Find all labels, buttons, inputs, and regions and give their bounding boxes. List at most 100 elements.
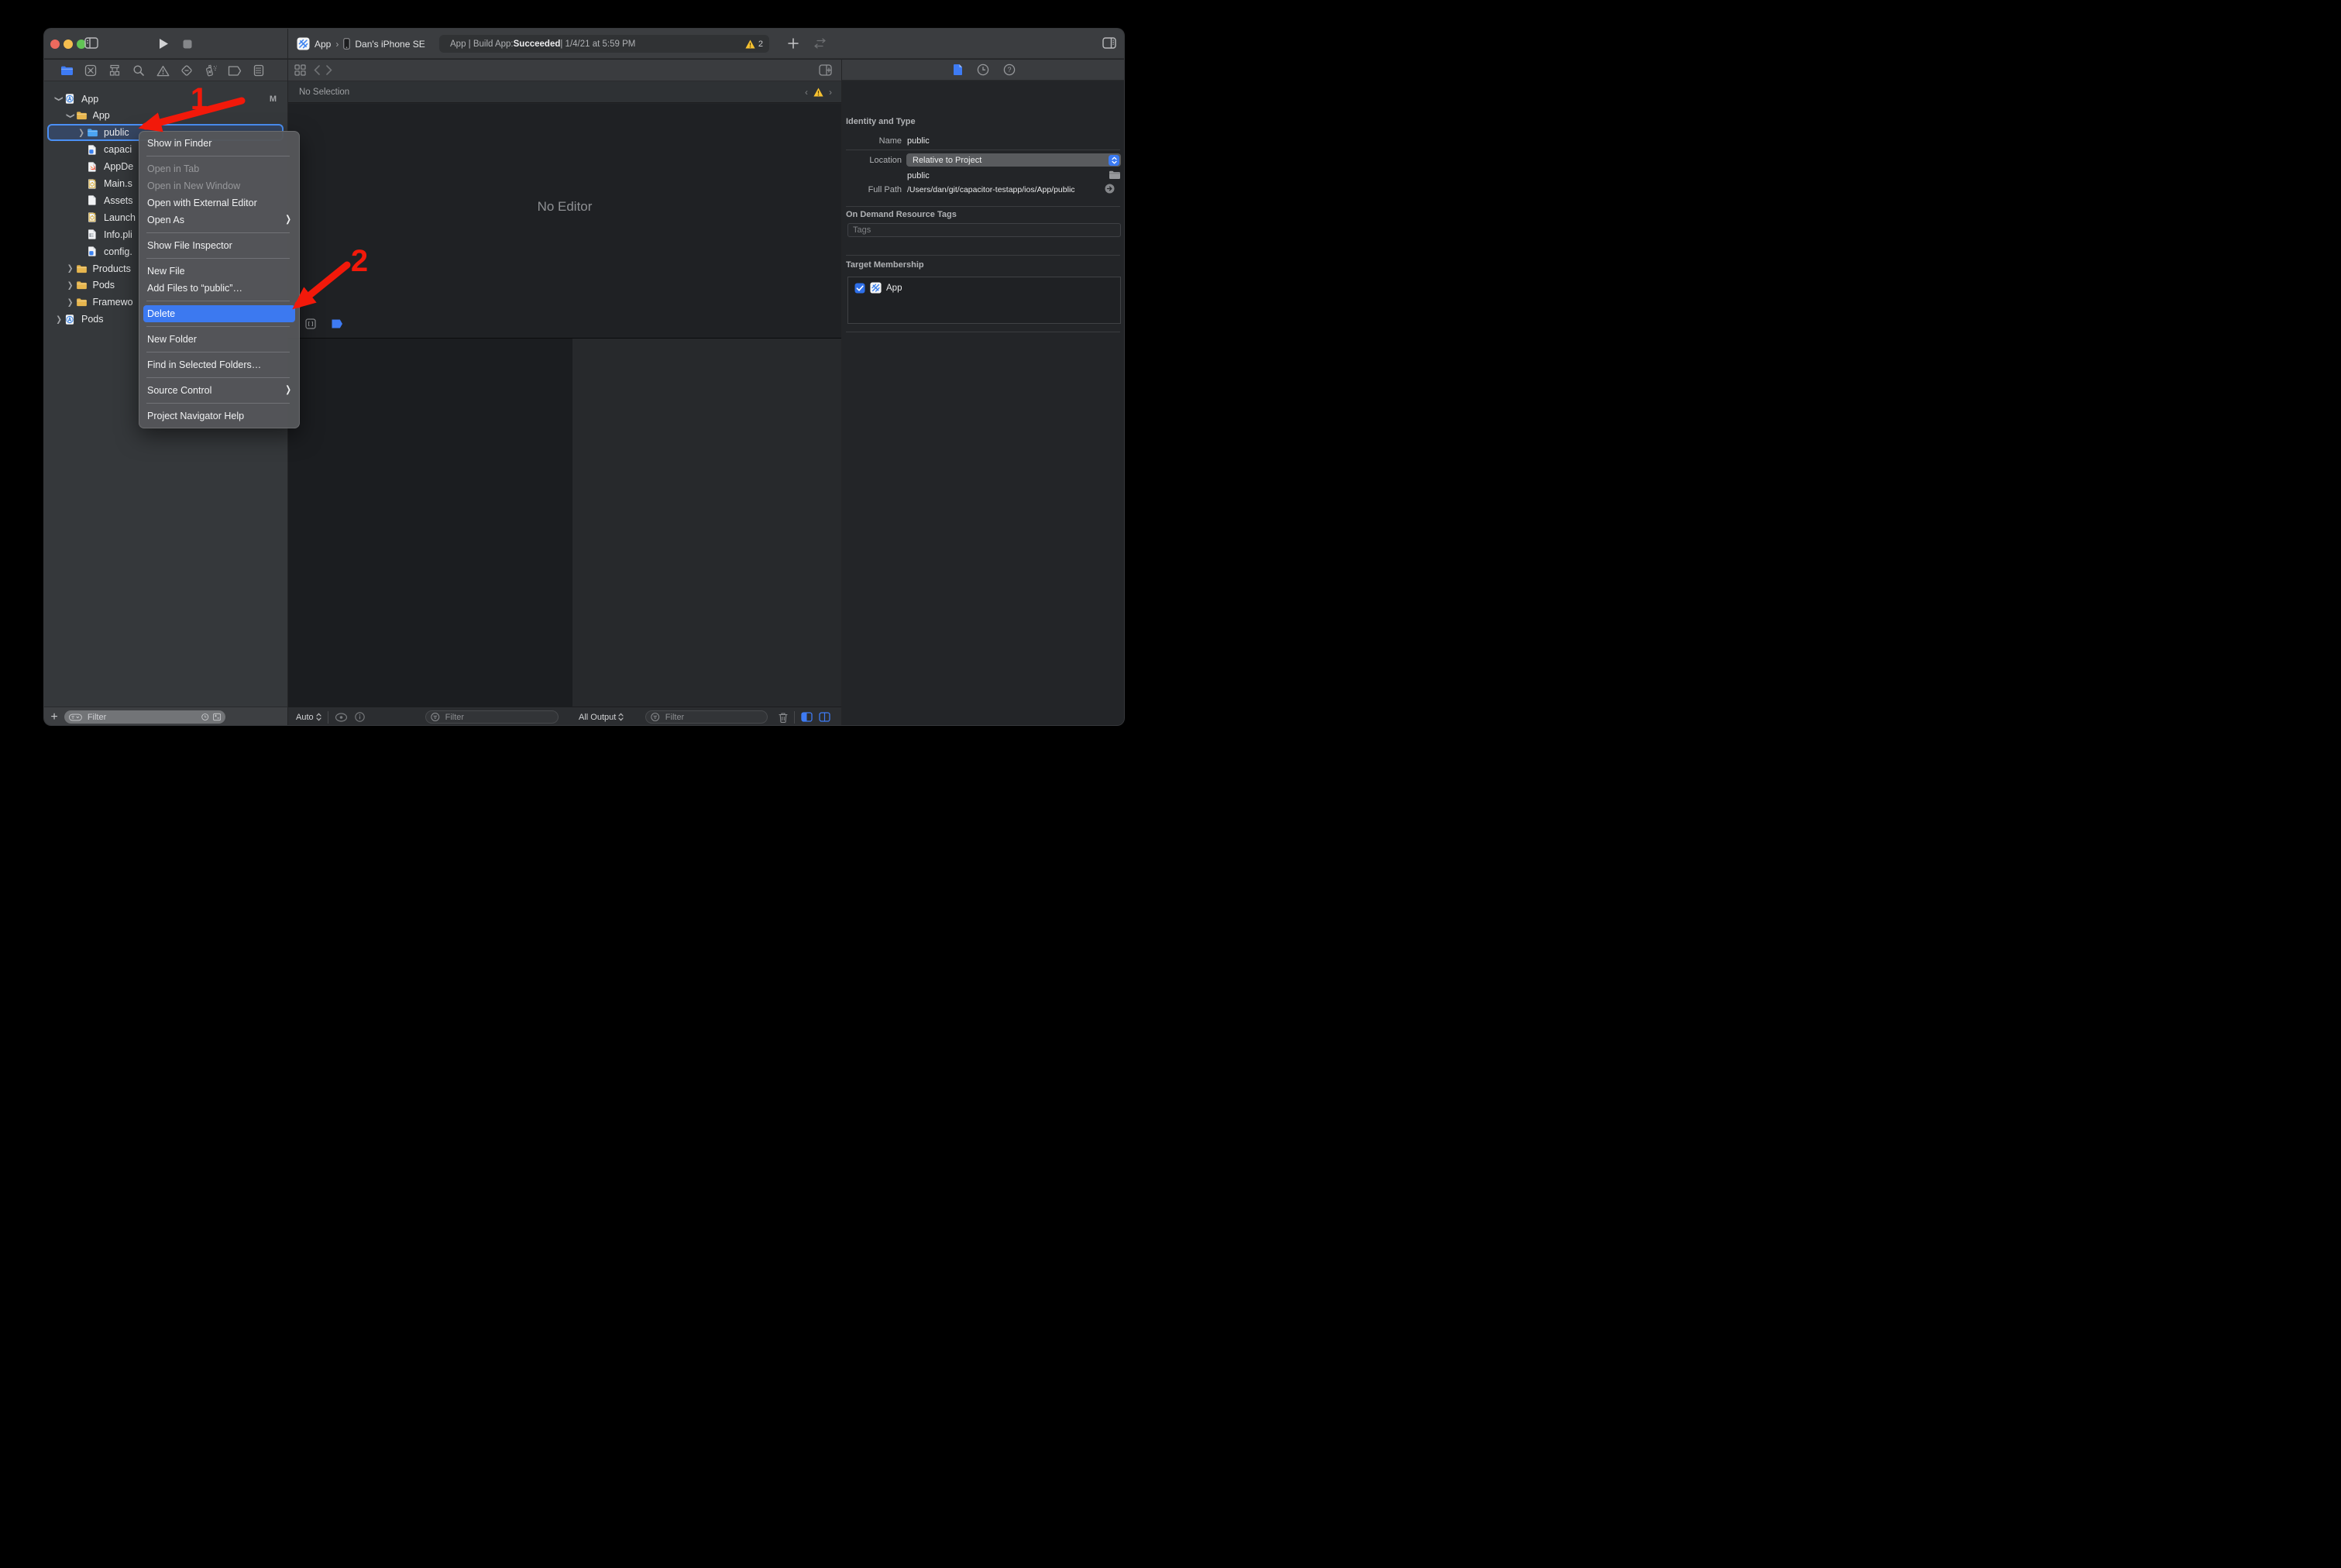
tree-item-app[interactable]: ❯AppM [44, 91, 287, 108]
disclosure-chevron[interactable]: ❯ [53, 315, 64, 325]
close-window-button[interactable] [50, 40, 60, 49]
breakpoints-toggle-icon[interactable] [331, 319, 343, 328]
toggle-variables-view-icon[interactable] [801, 712, 813, 722]
name-value[interactable]: public [907, 136, 930, 146]
scheme-breadcrumb[interactable]: App › Dan's iPhone SE [297, 29, 425, 59]
menu-item-add-files-to-public[interactable]: Add Files to “public”… [139, 280, 299, 297]
variables-filter-field[interactable] [425, 710, 559, 724]
clear-console-trash-icon[interactable] [779, 712, 788, 723]
tree-item-label: Main.s [104, 178, 132, 189]
issue-navigator-tab[interactable] [156, 64, 170, 77]
next-issue-icon[interactable]: › [829, 87, 832, 98]
menu-item-label: Source Control [147, 382, 211, 399]
fullpath-label: Full Path [842, 185, 902, 194]
menu-item-show-in-finder[interactable]: Show in Finder [139, 135, 299, 152]
console-scope-select[interactable]: All Output [579, 713, 624, 722]
window-titlebar: App › Dan's iPhone SE App | Build App: S… [44, 29, 1124, 59]
issue-warning-icon[interactable] [813, 88, 823, 97]
swift-file-icon [87, 161, 100, 173]
console-scope-value: All Output [579, 713, 616, 722]
variables-scope-select[interactable]: Auto [296, 713, 321, 722]
related-items-icon[interactable] [294, 64, 306, 76]
activity-status[interactable]: App | Build App: Succeeded | 1/4/21 at 5… [439, 35, 769, 53]
navigator-filter-input[interactable] [86, 712, 198, 723]
context-menu: Show in FinderOpen in TabOpen in New Win… [139, 131, 300, 428]
go-forward-icon[interactable] [326, 65, 332, 75]
toggle-left-sidebar-icon[interactable] [84, 37, 98, 49]
add-file-button[interactable]: + [44, 708, 64, 727]
history-inspector-tab[interactable] [977, 64, 989, 76]
menu-item-label: Find in Selected Folders… [147, 356, 261, 373]
fullpath-value: /Users/dan/git/capacitor-testapp/ios/App… [907, 185, 1075, 194]
xcode-project-icon [64, 314, 77, 325]
select-stepper-icon[interactable] [1109, 155, 1119, 166]
menu-item-show-file-inspector[interactable]: Show File Inspector [139, 237, 299, 254]
quicklook-eye-icon[interactable] [335, 713, 348, 722]
console-view[interactable] [572, 339, 841, 707]
open-path-arrow-icon[interactable] [1105, 184, 1115, 194]
disclosure-chevron[interactable]: ❯ [65, 280, 76, 291]
menu-item-new-folder[interactable]: New Folder [139, 331, 299, 348]
disclosure-chevron[interactable]: ❯ [65, 110, 75, 121]
debug-navigator-tab[interactable] [204, 64, 218, 77]
disclosure-chevron[interactable]: ❯ [54, 94, 64, 105]
tree-item-label: config. [104, 246, 132, 257]
target-row-app[interactable]: App [848, 277, 1120, 294]
menu-item-project-navigator-help[interactable]: Project Navigator Help [139, 407, 299, 425]
checkbox-checked-icon[interactable] [854, 283, 865, 294]
file-inspector-tab[interactable] [953, 64, 963, 76]
menu-item-new-file[interactable]: New File [139, 263, 299, 280]
stop-button[interactable] [183, 40, 192, 49]
find-navigator-tab[interactable] [132, 64, 146, 77]
tree-item-app[interactable]: ❯App [44, 107, 287, 124]
assets-file-icon [87, 194, 100, 206]
choose-folder-icon[interactable] [1109, 170, 1121, 180]
inspector-splitter[interactable] [841, 60, 842, 726]
symbol-navigator-tab[interactable] [108, 64, 122, 77]
project-navigator-tab[interactable] [60, 64, 74, 77]
run-button[interactable] [159, 38, 169, 50]
debug-view-icon[interactable] [305, 318, 316, 329]
code-review-icon[interactable] [813, 38, 827, 49]
menu-item-delete[interactable]: Delete [143, 305, 295, 322]
editor-area: No Editor [288, 104, 841, 310]
editor-jump-bar[interactable]: No Selection ‹ › [288, 81, 841, 103]
menu-item-open-as[interactable]: Open As❯ [139, 211, 299, 229]
variables-filter-input[interactable] [444, 712, 553, 723]
add-button[interactable] [788, 38, 799, 49]
help-inspector-tab[interactable]: ? [1003, 64, 1016, 76]
disclosure-chevron[interactable]: ❯ [65, 263, 76, 273]
menu-separator [146, 326, 290, 327]
report-navigator-tab[interactable] [252, 64, 266, 77]
recent-files-icon[interactable] [201, 712, 209, 722]
disclosure-chevron[interactable]: ❯ [76, 128, 87, 138]
menu-item-source-control[interactable]: Source Control❯ [139, 382, 299, 399]
target-name: App [886, 284, 902, 293]
navigator-filter-field[interactable] [64, 710, 225, 724]
info-icon[interactable] [355, 712, 365, 722]
toggle-inspector-icon[interactable] [1102, 37, 1116, 49]
menu-item-open-with-external-editor[interactable]: Open with External Editor [139, 194, 299, 211]
folder-icon [76, 263, 89, 274]
minimize-window-button[interactable] [64, 40, 73, 49]
go-back-icon[interactable] [314, 65, 320, 75]
tags-input[interactable] [847, 223, 1121, 237]
previous-issue-icon[interactable]: ‹ [805, 87, 808, 98]
console-filter-input[interactable] [664, 712, 763, 723]
breakpoint-navigator-tab[interactable] [228, 64, 242, 77]
menu-item-find-in-selected-folders[interactable]: Find in Selected Folders… [139, 356, 299, 373]
add-editor-icon[interactable] [819, 64, 832, 76]
name-label: Name [842, 136, 902, 146]
location-select[interactable]: Relative to Project [906, 153, 1121, 167]
disclosure-chevron[interactable]: ❯ [65, 297, 76, 308]
source-control-navigator-tab[interactable] [84, 64, 98, 77]
submenu-chevron-icon: ❯ [285, 210, 291, 230]
folder-blue-icon [87, 127, 100, 138]
console-filter-field[interactable] [645, 710, 768, 724]
warning-icon[interactable] [745, 40, 755, 49]
toggle-console-view-icon[interactable] [819, 712, 830, 722]
source-control-status-icon[interactable] [213, 712, 221, 722]
menu-item-open-in-new-window: Open in New Window [139, 177, 299, 194]
test-navigator-tab[interactable] [180, 64, 194, 77]
storyboard-file-icon [87, 178, 100, 190]
